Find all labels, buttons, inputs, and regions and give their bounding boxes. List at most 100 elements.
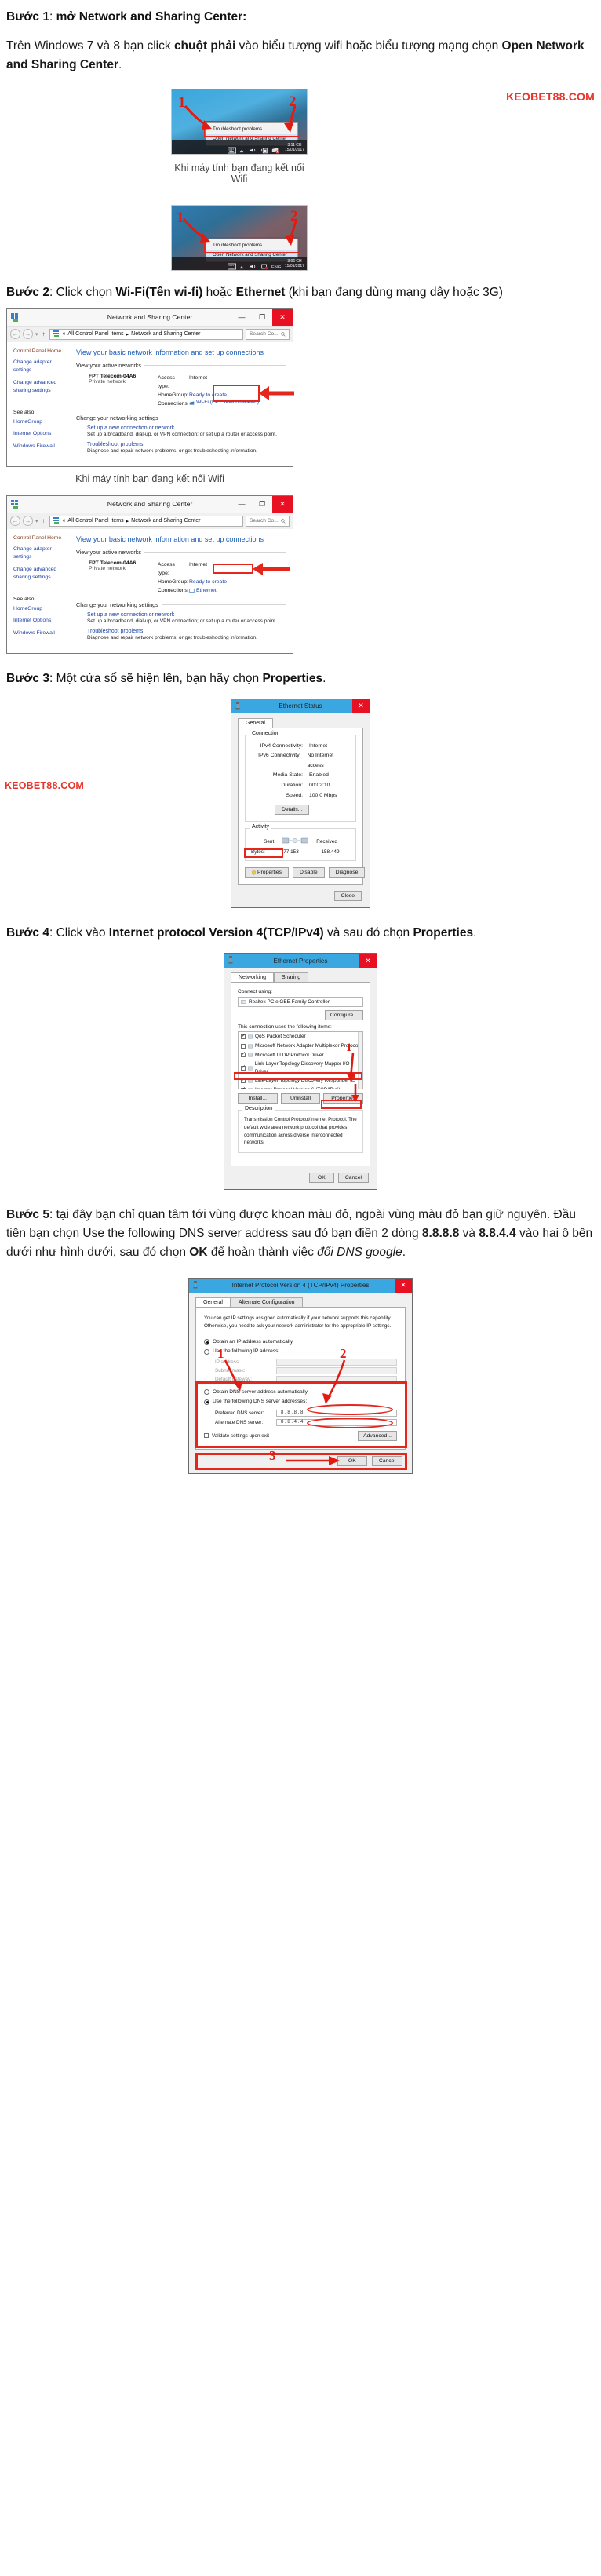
details-button[interactable]: Details... xyxy=(275,805,310,815)
ethernet-properties-dialog: Ethernet Properties ✕ Networking Sharing… xyxy=(224,953,377,1190)
taskbar: 3:11 CH 15/01/2017 xyxy=(172,140,307,155)
eth-props-cancel-button[interactable]: Cancel xyxy=(337,1172,369,1183)
recent-locations-icon-eth[interactable]: ▾ xyxy=(35,518,38,524)
sidebar-item-internet-options-eth[interactable]: Internet Options xyxy=(13,617,68,626)
diagnose-button[interactable]: Diagnose xyxy=(328,867,366,878)
tab-general[interactable]: General xyxy=(238,717,273,728)
configure-button[interactable]: Configure... xyxy=(324,1010,363,1021)
step5-i: . xyxy=(402,1245,406,1259)
task-setup-connection[interactable]: Set up a new connection or network xyxy=(87,425,286,431)
properties-button[interactable]: Properties xyxy=(245,867,289,878)
step5-c: và xyxy=(459,1226,479,1240)
breadcrumb[interactable]: « All Control Panel Items ▸ Network and … xyxy=(49,328,243,340)
up-button-eth[interactable]: ↑ xyxy=(41,517,47,524)
tab-alternate-configuration[interactable]: Alternate Configuration xyxy=(230,1297,303,1307)
list-item[interactable]: QoS Packet Scheduler xyxy=(239,1032,362,1042)
sidebar-item-control-panel-home[interactable]: Control Panel Home xyxy=(13,348,68,354)
network-sharing-center-window-wifi: Network and Sharing Center — ❐ ✕ ← → ▾ ↑… xyxy=(6,308,294,467)
tcpip-titlebar: Internet Protocol Version 4 (TCP/IPv4) P… xyxy=(189,1278,412,1293)
connection-group: Connection IPv4 Connectivity: Internet IP… xyxy=(245,730,356,823)
search-box-eth[interactable]: Search Co... xyxy=(246,515,290,527)
back-button-eth[interactable]: ← xyxy=(10,516,20,527)
battery-icon[interactable] xyxy=(260,144,268,154)
forward-button-eth[interactable]: → xyxy=(23,516,33,527)
checkbox-icon[interactable] xyxy=(241,1043,246,1049)
clock[interactable]: 3:11 CH 15/01/2017 xyxy=(282,143,304,153)
ipv6-value: No Internet access xyxy=(307,753,334,768)
search-box[interactable]: Search Co... xyxy=(246,328,290,340)
install-button[interactable]: Install... xyxy=(238,1093,278,1104)
radio-use-following-ip[interactable] xyxy=(204,1348,209,1355)
sidebar-item-homegroup[interactable]: HomeGroup xyxy=(13,418,68,427)
tab-sharing[interactable]: Sharing xyxy=(274,972,309,983)
tab-general-tcpip[interactable]: General xyxy=(195,1297,231,1307)
sidebar-item-control-panel-home-eth[interactable]: Control Panel Home xyxy=(13,535,68,541)
divider-2-eth xyxy=(161,604,286,605)
connections-value-ethernet-link[interactable]: Ethernet xyxy=(189,586,217,595)
wifi-icon[interactable] xyxy=(271,144,279,154)
checkbox-icon[interactable] xyxy=(241,1051,246,1058)
uninstall-button[interactable]: Uninstall xyxy=(280,1093,321,1104)
sidebar-item-change-adapter-settings[interactable]: Change adapter settings xyxy=(13,359,68,375)
sidebar-eth: Control Panel Home Change adapter settin… xyxy=(7,528,73,653)
sidebar-item-change-adapter-settings-eth[interactable]: Change adapter settings xyxy=(13,545,68,562)
forward-button[interactable]: → xyxy=(23,329,33,340)
breadcrumb-leaf-eth[interactable]: Network and Sharing Center xyxy=(131,518,200,524)
radio-row-ip-auto[interactable]: Obtain an IP address automatically xyxy=(204,1337,397,1348)
protocol-icon xyxy=(248,1066,253,1071)
breadcrumb-eth[interactable]: « All Control Panel Items ▸ Network and … xyxy=(49,515,243,527)
show-hidden-icons-icon-2[interactable] xyxy=(239,260,246,269)
clock-date-2: 15/01/2017 xyxy=(284,263,304,268)
section-active-networks-label: View your active networks xyxy=(76,361,141,369)
breadcrumb-leaf[interactable]: Network and Sharing Center xyxy=(131,331,200,337)
recent-locations-icon[interactable]: ▾ xyxy=(35,331,38,338)
language-icon-2[interactable]: ENG xyxy=(271,260,281,270)
volume-icon-2[interactable] xyxy=(250,260,257,269)
homegroup-value-eth[interactable]: Ready to create xyxy=(189,578,227,586)
sidebar-item-windows-firewall[interactable]: Windows Firewall xyxy=(13,443,68,451)
list-item[interactable]: Internet Protocol Version 6 (TCP/IPv6) xyxy=(239,1085,362,1089)
eth-status-title: Ethernet Status xyxy=(279,702,322,710)
sidebar-item-homegroup-eth[interactable]: HomeGroup xyxy=(13,605,68,614)
volume-icon[interactable] xyxy=(250,144,257,153)
sidebar: Control Panel Home Change adapter settin… xyxy=(7,341,73,466)
page-heading: View your basic network information and … xyxy=(76,348,264,356)
network-icon-2[interactable] xyxy=(260,260,268,270)
tab-networking[interactable]: Networking xyxy=(231,972,275,983)
sidebar-item-change-advanced-sharing-eth[interactable]: Change advanced sharing settings xyxy=(13,566,68,582)
list-item-label: QoS Packet Scheduler xyxy=(255,1034,306,1040)
sidebar-item-change-advanced-sharing[interactable]: Change advanced sharing settings xyxy=(13,379,68,396)
checkbox-icon[interactable] xyxy=(241,1086,246,1089)
close-dialog-button[interactable]: Close xyxy=(333,891,362,902)
radio-obtain-ip-automatically[interactable] xyxy=(204,1339,209,1345)
breadcrumb-root[interactable]: All Control Panel Items xyxy=(67,331,123,337)
sidebar-item-internet-options[interactable]: Internet Options xyxy=(13,430,68,439)
keyboard-icon[interactable] xyxy=(227,144,236,154)
list-item-label: Internet Protocol Version 6 (TCP/IPv6) xyxy=(255,1086,341,1089)
show-hidden-icons-icon[interactable] xyxy=(239,144,246,153)
adapter-field: Realtek PCIe GBE Family Controller xyxy=(238,997,363,1008)
search-input-eth[interactable]: Search Co... xyxy=(250,518,279,524)
task-setup-connection-eth[interactable]: Set up a new connection or network xyxy=(87,612,286,618)
eth-props-footer: OK Cancel xyxy=(224,1172,377,1189)
back-button[interactable]: ← xyxy=(10,329,20,340)
search-input[interactable]: Search Co... xyxy=(250,331,279,337)
step1-intro: Trên Windows 7 và 8 bạn click chuột phải… xyxy=(0,37,601,75)
checkbox-icon[interactable] xyxy=(241,1033,246,1040)
task-troubleshoot-eth[interactable]: Troubleshoot problems xyxy=(87,629,286,634)
up-button[interactable]: ↑ xyxy=(41,330,47,338)
connections-label-eth: Connections: xyxy=(158,587,189,593)
sidebar-item-windows-firewall-eth[interactable]: Windows Firewall xyxy=(13,629,68,638)
task-troubleshoot[interactable]: Troubleshoot problems xyxy=(87,442,286,447)
tray-screenshot-1-wrap: KEOBET88.COM Troubleshoot problems Open … xyxy=(0,86,601,188)
highlight-ellipse-alternate-dns xyxy=(307,1417,393,1428)
breadcrumb-root-eth[interactable]: All Control Panel Items xyxy=(67,518,123,524)
disable-button[interactable]: Disable xyxy=(292,867,325,878)
step4-heading: Bước 4: Click vào Internet protocol Vers… xyxy=(0,924,601,942)
step3-heading: Bước 3: Một cửa sổ sẽ hiện lên, bạn hãy … xyxy=(0,670,601,688)
clock-2[interactable]: 3:06 CH 15/01/2017 xyxy=(282,259,304,269)
section-change-settings-label: Change your networking settings xyxy=(76,414,158,421)
eth-props-ok-button[interactable]: OK xyxy=(308,1172,334,1183)
checkbox-icon[interactable] xyxy=(241,1064,246,1071)
keyboard-icon-2[interactable] xyxy=(227,260,236,270)
